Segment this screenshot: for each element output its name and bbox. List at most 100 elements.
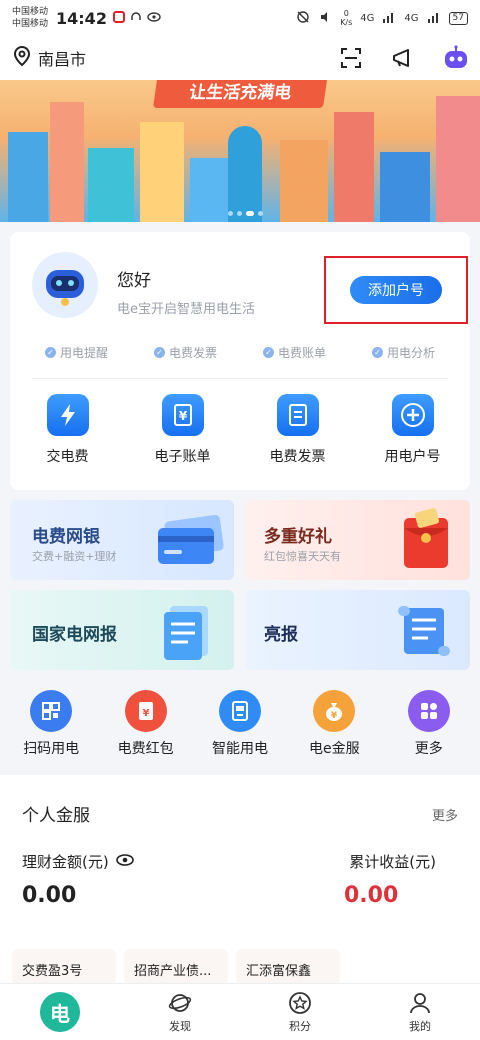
- amount-label: 理财金额(元): [22, 853, 109, 871]
- feature-item: ✓ 用电分析: [371, 344, 435, 361]
- star-badge-icon: [288, 991, 312, 1018]
- svg-text:¥: ¥: [142, 708, 149, 719]
- service-red-packet[interactable]: ¥ 电费红包: [100, 690, 192, 758]
- service-shortcuts: 扫码用电 ¥ 电费红包 智能用电 ¥ 电e金服 更多: [0, 690, 480, 758]
- check-icon: ✓: [371, 347, 383, 358]
- nav-discover[interactable]: 发现: [132, 991, 228, 1034]
- quick-action-label: 用电户号: [384, 449, 441, 465]
- tile-liang-report[interactable]: 亮报: [246, 590, 470, 670]
- feature-label: 用电提醒: [59, 346, 108, 360]
- earnings-value: 0.00: [344, 883, 399, 908]
- location-pin-icon[interactable]: [12, 45, 32, 71]
- service-smart-power[interactable]: 智能用电: [194, 690, 286, 758]
- eye-icon: [147, 11, 161, 26]
- divider: [32, 378, 448, 379]
- banner-dot-active: [246, 211, 254, 216]
- nav-home[interactable]: 电: [12, 992, 108, 1032]
- add-account-button[interactable]: 添加户号: [350, 276, 442, 304]
- more-link[interactable]: 更多: [432, 805, 458, 824]
- plus-icon: [391, 394, 434, 436]
- greeting: 您好: [117, 271, 151, 291]
- tile-title: 亮报: [264, 625, 298, 645]
- alarm-off-icon: [296, 10, 310, 27]
- nav-points[interactable]: 积分: [252, 991, 348, 1034]
- promo-banner[interactable]: 让生活充满电: [0, 80, 480, 222]
- quick-action-account[interactable]: 用电户号: [368, 394, 458, 466]
- quick-action-label: 交电费: [46, 449, 89, 465]
- bank-card-icon: [158, 514, 224, 564]
- nav-mine[interactable]: 我的: [372, 991, 468, 1034]
- tile-gifts[interactable]: 多重好礼 红包惊喜天天有: [246, 500, 470, 580]
- tile-title: 多重好礼: [264, 527, 332, 547]
- signal-2: 4G: [404, 12, 419, 24]
- feature-item: ✓ 电费发票: [153, 344, 217, 361]
- section-title: 个人金服: [22, 806, 90, 826]
- service-scan-power[interactable]: 扫码用电: [5, 690, 97, 758]
- nav-label: 发现: [169, 1019, 191, 1033]
- money-bag-icon: ¥: [313, 690, 356, 732]
- feature-item: ✓ 电费账单: [262, 344, 326, 361]
- clock: 14:42: [56, 8, 107, 28]
- banner-building: [334, 112, 374, 222]
- bottom-navigation: 电 发现 积分 我的: [0, 983, 480, 1040]
- product-card[interactable]: 汇添富保鑫: [236, 949, 340, 985]
- avatar: [32, 252, 98, 318]
- banner-building: [280, 140, 328, 222]
- home-logo-icon: 电: [40, 992, 80, 1032]
- tile-subtitle: 红包惊喜天天有: [264, 550, 341, 563]
- headphones-icon: [130, 11, 142, 26]
- feature-label: 电费发票: [168, 346, 217, 360]
- robot-avatar-icon: [46, 270, 84, 306]
- tile-e-banking[interactable]: 电费网银 交费+融资+理财: [10, 500, 234, 580]
- service-label: 更多: [414, 741, 443, 757]
- product-list: 交费盈3号 招商产业债... 汇添富保鑫: [12, 949, 340, 985]
- product-card[interactable]: 招商产业债...: [124, 949, 228, 985]
- feature-label: 用电分析: [386, 346, 435, 360]
- status-bar: 中国移动 中国移动 14:42 0 K/s 4G 4G 57: [0, 0, 480, 36]
- battery-indicator: 57: [448, 11, 468, 25]
- tile-title: 电费网银: [32, 527, 100, 547]
- quick-action-invoice[interactable]: 电费发票: [253, 394, 343, 466]
- greeting-subtitle: 电e宝开启智慧用电生活: [117, 302, 255, 317]
- scroll-document-icon: [398, 606, 450, 656]
- user-icon: [408, 991, 432, 1018]
- banner-building: [436, 96, 480, 222]
- service-more[interactable]: 更多: [383, 690, 475, 758]
- banner-dot: [258, 211, 263, 216]
- lightning-icon: [46, 394, 89, 436]
- feature-list: ✓ 用电提醒 ✓ 电费发票 ✓ 电费账单 ✓ 用电分析: [10, 344, 470, 361]
- planet-icon: [168, 991, 192, 1018]
- announcement-icon[interactable]: [390, 45, 416, 71]
- service-label: 电e金服: [309, 741, 360, 757]
- grid-icon: [407, 690, 450, 732]
- newspaper-icon: [164, 606, 208, 660]
- banner-dot: [228, 211, 233, 216]
- quick-action-ebill[interactable]: ¥ 电子账单: [138, 394, 228, 466]
- signal-1: 4G: [360, 12, 375, 24]
- svg-text:¥: ¥: [331, 711, 338, 721]
- amount-label-row: 理财金额(元): [22, 851, 135, 872]
- scan-icon[interactable]: [338, 45, 364, 71]
- service-label: 智能用电: [211, 741, 268, 757]
- tile-title: 国家电网报: [32, 625, 117, 645]
- signal-bars-icon: [427, 11, 441, 26]
- quick-action-pay[interactable]: 交电费: [23, 394, 113, 466]
- record-icon: [112, 10, 125, 26]
- check-icon: ✓: [262, 347, 274, 358]
- amount-value: 0.00: [22, 883, 77, 908]
- bill-icon: ¥: [161, 394, 204, 436]
- city-selector[interactable]: 南昌市: [38, 46, 86, 70]
- tile-state-grid-news[interactable]: 国家电网报: [10, 590, 234, 670]
- earnings-label: 累计收益(元): [349, 853, 436, 871]
- eye-visibility-icon[interactable]: [115, 853, 135, 871]
- banner-dot: [237, 211, 242, 216]
- net-speed: 0 K/s: [340, 9, 352, 27]
- net-speed-value: 0: [343, 9, 349, 18]
- service-finance[interactable]: ¥ 电e金服: [288, 690, 380, 758]
- top-bar: 南昌市: [0, 36, 480, 80]
- service-label: 电费红包: [117, 741, 174, 757]
- quick-action-label: 电费发票: [269, 449, 326, 465]
- banner-building: [140, 122, 184, 222]
- robot-assistant-icon[interactable]: [442, 45, 468, 71]
- product-card[interactable]: 交费盈3号: [12, 949, 116, 985]
